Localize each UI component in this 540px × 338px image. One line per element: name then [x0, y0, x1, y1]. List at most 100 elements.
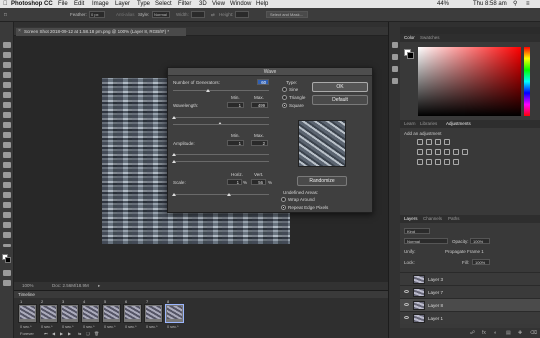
tween-icon[interactable]: ⇆ [78, 331, 81, 336]
link-icon[interactable]: ☍ [470, 330, 475, 336]
tab-swatches[interactable]: Swatches [420, 34, 440, 42]
blur-tool-icon[interactable] [3, 162, 11, 168]
screen-mode-icon[interactable] [3, 280, 11, 286]
layer-row[interactable]: Layer 1 [400, 311, 540, 324]
gradient-map-icon[interactable] [444, 159, 450, 165]
curves-icon[interactable] [435, 139, 441, 145]
fill-input[interactable]: 100% [472, 259, 490, 265]
blend-mode-select[interactable]: Normal [404, 238, 448, 244]
repeat-edge-radio[interactable] [281, 205, 286, 210]
amplitude-slider[interactable] [173, 154, 269, 155]
default-button[interactable]: Default [312, 95, 368, 105]
width-input[interactable] [191, 11, 205, 18]
menu-3d[interactable]: 3D [199, 0, 207, 8]
apple-icon[interactable]:  [3, 0, 8, 8]
selective-color-icon[interactable] [453, 159, 459, 165]
app-menu[interactable]: Photoshop CC [11, 0, 53, 8]
gradient-tool-icon[interactable] [3, 152, 11, 158]
brush-tool-icon[interactable] [3, 112, 11, 118]
zoom-tool-icon[interactable] [3, 232, 11, 238]
prev-frame-icon[interactable]: ◀ [52, 331, 55, 336]
background-color-swatch[interactable] [407, 52, 414, 59]
wavelength-max-slider[interactable] [173, 124, 269, 125]
amplitude-max-knob[interactable] [172, 160, 176, 163]
amplitude-min-knob[interactable] [172, 153, 176, 156]
properties-icon[interactable] [392, 54, 398, 60]
history-icon[interactable] [392, 42, 398, 48]
channel-mixer-icon[interactable] [462, 149, 468, 155]
fx-icon[interactable]: fx [482, 330, 486, 336]
status-arrow-icon[interactable]: ▸ [98, 283, 100, 289]
brightness-icon[interactable] [417, 139, 423, 145]
ok-button[interactable]: OK [312, 82, 368, 92]
more-tools-icon[interactable] [3, 244, 11, 247]
timeline-frame[interactable]: 10 sec.* [18, 299, 37, 329]
search-icon[interactable]: ⚲ [513, 0, 517, 8]
eyedropper-tool-icon[interactable] [3, 92, 11, 98]
style-select[interactable]: Normal [152, 11, 170, 18]
antialias-checkbox[interactable]: Anti-alias [116, 12, 135, 17]
timeline-frame[interactable]: 40 sec.* [81, 299, 100, 329]
generators-slider[interactable] [173, 90, 269, 91]
tab-paths[interactable]: Paths [448, 215, 460, 223]
loop-select[interactable]: Forever [20, 331, 34, 336]
menu-file[interactable]: File [58, 0, 68, 8]
eraser-tool-icon[interactable] [3, 142, 11, 148]
type-sine-radio[interactable] [282, 87, 287, 92]
timeline-frame[interactable]: 50 sec.* [102, 299, 121, 329]
dodge-tool-icon[interactable] [3, 172, 11, 178]
scale-slider[interactable] [173, 194, 269, 195]
duplicate-frame-icon[interactable]: ❏ [86, 331, 90, 336]
battery-status[interactable]: 44% [437, 0, 449, 8]
generators-input[interactable]: 60 [257, 79, 269, 85]
doc-info[interactable]: Doc: 2.56M/18.9M [52, 283, 89, 288]
scale-horiz-input[interactable]: 1 [227, 179, 242, 185]
shape-tool-icon[interactable] [3, 212, 11, 218]
clock[interactable]: Thu 8:58 am [473, 0, 507, 8]
exposure-icon[interactable] [444, 139, 450, 145]
generators-slider-knob[interactable] [206, 89, 210, 92]
wrap-around-radio[interactable] [281, 197, 286, 202]
eye-icon[interactable] [404, 316, 409, 319]
timeline-frame[interactable]: 70 sec.* [144, 299, 163, 329]
next-frame-icon[interactable]: ▶ [68, 331, 71, 336]
posterize-icon[interactable] [426, 159, 432, 165]
delete-frame-icon[interactable]: 🗑 [94, 331, 99, 336]
vibrance-icon[interactable] [417, 149, 423, 155]
pen-tool-icon[interactable] [3, 182, 11, 188]
timeline-frame[interactable]: 60 sec.* [123, 299, 142, 329]
height-input[interactable] [235, 11, 249, 18]
timeline-frame-selected[interactable]: 80 sec.* [165, 299, 184, 329]
layer-row[interactable]: Layer 3 [400, 272, 540, 285]
zoom-level[interactable]: 100% [22, 283, 34, 288]
layer-filter-select[interactable]: Kind [404, 228, 430, 234]
tab-learn[interactable]: Learn [404, 120, 416, 128]
folder-icon[interactable]: ▤ [506, 330, 511, 336]
randomize-button[interactable]: Randomize [297, 176, 347, 186]
timeline-frame[interactable]: 30 sec.* [60, 299, 79, 329]
document-tab[interactable]: Screen Shot 2018-09-12 at 1.58.18 pm.png… [16, 28, 186, 36]
color-picker-field[interactable] [418, 47, 521, 116]
scale-vert-input[interactable]: 56 [251, 179, 266, 185]
amplitude-min-input[interactable]: 1 [227, 140, 244, 146]
quick-mask-icon[interactable] [3, 270, 11, 276]
feather-input[interactable]: 0 px [89, 11, 105, 18]
move-tool-icon[interactable] [3, 42, 11, 48]
wavelength-min-input[interactable]: 1 [227, 102, 244, 108]
type-triangle-radio[interactable] [282, 95, 287, 100]
timeline-frame[interactable]: 20 sec.* [39, 299, 58, 329]
layer-row-selected[interactable]: Layer 8 [400, 298, 540, 311]
eye-icon[interactable] [404, 290, 409, 293]
eye-icon[interactable] [404, 303, 409, 306]
tab-channels[interactable]: Channels [423, 215, 442, 223]
menu-filter[interactable]: Filter [178, 0, 191, 8]
levels-icon[interactable] [426, 139, 432, 145]
tab-libraries[interactable]: Libraries [420, 120, 437, 128]
menu-image[interactable]: Image [92, 0, 109, 8]
opacity-input[interactable]: 100% [470, 238, 490, 244]
wavelength-min-knob[interactable] [172, 116, 176, 119]
play-icon[interactable]: ▶ [60, 331, 63, 336]
layer-row[interactable]: Layer 7 [400, 285, 540, 298]
tab-layers[interactable]: Layers [404, 215, 418, 223]
quick-select-tool-icon[interactable] [3, 72, 11, 78]
